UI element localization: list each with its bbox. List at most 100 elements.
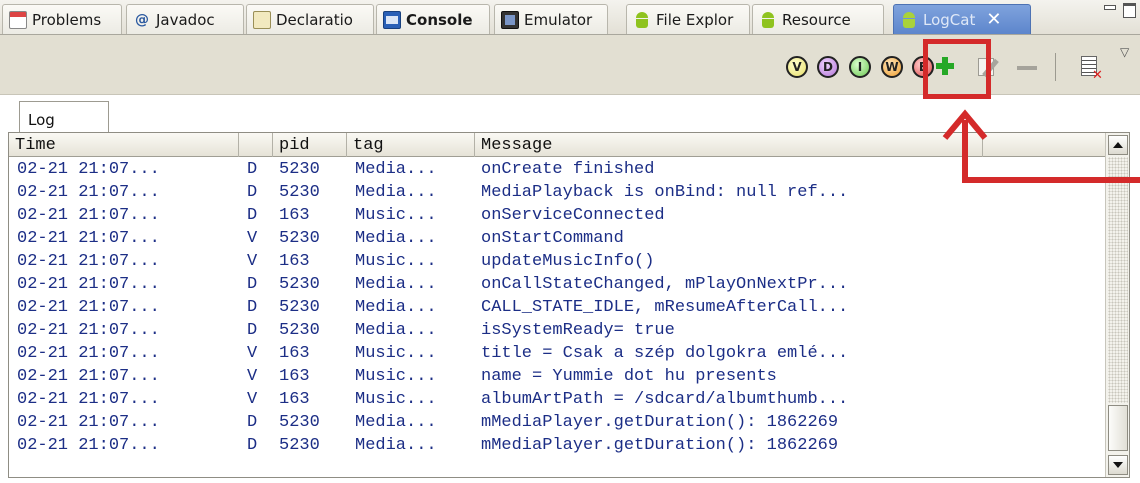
view-menu-icon[interactable]: ▽ — [1120, 45, 1129, 59]
table-row[interactable]: 02-21 21:07... D 5230 Media... isSystemReady… — [9, 319, 1105, 342]
log-level-cell: V — [247, 252, 258, 271]
log-pid-cell: 163 — [279, 206, 310, 225]
tab-file-explorer[interactable]: File Explor — [626, 4, 750, 34]
tab-label: Problems — [32, 10, 102, 29]
log-level-cell: D — [247, 160, 258, 179]
tab-label: Javadoc — [156, 10, 215, 29]
tab-label: File Explor — [656, 10, 734, 29]
log-pid-cell: 5230 — [279, 436, 320, 455]
table-header: Time pid tag Message — [9, 133, 1105, 157]
arrow-up-icon — [1113, 142, 1123, 148]
tab-label: Console — [406, 10, 473, 29]
table-row[interactable]: 02-21 21:07... V 163 Music... title = Csak a… — [9, 342, 1105, 365]
log-pid-cell: 163 — [279, 367, 310, 386]
column-header-tag[interactable]: tag — [347, 133, 475, 157]
column-header-message[interactable]: Message — [475, 133, 983, 157]
tab-problems[interactable]: Problems — [2, 4, 122, 34]
scroll-up-button[interactable] — [1108, 135, 1128, 155]
log-level-cell: D — [247, 436, 258, 455]
log-tag-cell: Music... — [355, 252, 437, 271]
log-message-cell: name = Yummie dot hu presents — [481, 367, 777, 386]
warn-level-icon[interactable]: W — [881, 56, 903, 78]
info-level-icon[interactable]: I — [849, 56, 871, 78]
log-panel: Time pid tag Message 02-21 21:07... D 5230… — [8, 132, 1130, 478]
log-tag-cell: Media... — [355, 229, 437, 248]
table-row[interactable]: 02-21 21:07... V 5230 Media... onStartComman… — [9, 227, 1105, 250]
log-time-cell: 02-21 21:07... — [17, 436, 160, 455]
scroll-thumb[interactable] — [1108, 405, 1128, 451]
log-message-cell: onServiceConnected — [481, 206, 665, 225]
log-pid-cell: 5230 — [279, 275, 320, 294]
log-time-cell: 02-21 21:07... — [17, 183, 160, 202]
close-icon[interactable]: ✕ — [986, 9, 1001, 30]
column-header-time[interactable]: Time — [9, 133, 239, 157]
tab-logcat[interactable]: LogCat ✕ — [893, 4, 1031, 34]
log-time-cell: 02-21 21:07... — [17, 390, 160, 409]
log-message-cell: albumArtPath = /sdcard/albumthumb... — [481, 390, 849, 409]
table-row[interactable]: 02-21 21:07... D 5230 Media... mMediaPlayer.… — [9, 411, 1105, 434]
column-header-filler — [983, 133, 1105, 157]
problems-icon — [9, 10, 27, 29]
log-time-cell: 02-21 21:07... — [17, 229, 160, 248]
log-pid-cell: 5230 — [279, 321, 320, 340]
column-header-level[interactable] — [239, 133, 273, 157]
javadoc-icon: @ — [135, 11, 149, 28]
android-icon — [900, 11, 918, 29]
table-row[interactable]: 02-21 21:07... D 5230 Media... MediaPlayback… — [9, 181, 1105, 204]
log-message-cell: MediaPlayback is onBind: null ref... — [481, 183, 849, 202]
log-rows: 02-21 21:07... D 5230 Media... onCreate fini… — [9, 158, 1105, 457]
log-time-cell: 02-21 21:07... — [17, 321, 160, 340]
clear-log-icon[interactable]: ✕ — [1079, 54, 1103, 83]
table-row[interactable]: 02-21 21:07... D 5230 Media... mMediaPlayer.… — [9, 434, 1105, 457]
log-time-cell: 02-21 21:07... — [17, 344, 160, 363]
table-row[interactable]: 02-21 21:07... D 5230 Media... onCreate fini… — [9, 158, 1105, 181]
log-message-cell: mMediaPlayer.getDuration(): 1862269 — [481, 436, 839, 455]
table-row[interactable]: 02-21 21:07... V 163 Music... updateMusicInf… — [9, 250, 1105, 273]
log-pid-cell: 5230 — [279, 413, 320, 432]
view-tab-strip: Problems @ Javadoc Declaratio Console Em… — [0, 0, 1140, 35]
tab-log[interactable]: Log — [19, 101, 109, 133]
tab-emulator[interactable]: Emulator — [494, 4, 608, 34]
table-row[interactable]: 02-21 21:07... D 5230 Media... CALL_STATE_ID… — [9, 296, 1105, 319]
delete-filter-icon[interactable] — [1017, 66, 1037, 70]
table-row[interactable]: 02-21 21:07... D 163 Music... onServiceConne… — [9, 204, 1105, 227]
table-row[interactable]: 02-21 21:07... V 163 Music... albumArtPath =… — [9, 388, 1105, 411]
log-level-cell: V — [247, 390, 258, 409]
log-level-cell: D — [247, 321, 258, 340]
log-tag-cell: Media... — [355, 321, 437, 340]
emulator-icon — [501, 10, 519, 29]
verbose-level-icon[interactable]: V — [786, 56, 808, 78]
log-tag-cell: Media... — [355, 436, 437, 455]
log-time-cell: 02-21 21:07... — [17, 252, 160, 271]
vertical-scrollbar[interactable] — [1105, 133, 1129, 477]
scroll-down-button[interactable] — [1108, 455, 1128, 475]
minimize-icon[interactable] — [1102, 2, 1116, 14]
table-row[interactable]: 02-21 21:07... V 163 Music... name = Yummie … — [9, 365, 1105, 388]
log-pid-cell: 5230 — [279, 229, 320, 248]
tab-resource[interactable]: Resource — [752, 4, 884, 34]
log-message-cell: mMediaPlayer.getDuration(): 1862269 — [481, 413, 839, 432]
column-header-pid[interactable]: pid — [273, 133, 347, 157]
maximize-icon[interactable] — [1122, 2, 1136, 18]
scroll-track[interactable] — [1108, 157, 1128, 403]
android-icon — [633, 11, 651, 29]
log-message-cell: onCallStateChanged, mPlayOnNextPr... — [481, 275, 849, 294]
log-tag-cell: Media... — [355, 413, 437, 432]
log-tag-cell: Music... — [355, 367, 437, 386]
log-time-cell: 02-21 21:07... — [17, 413, 160, 432]
log-level-cell: D — [247, 183, 258, 202]
tab-console[interactable]: Console — [376, 4, 490, 34]
log-pid-cell: 163 — [279, 252, 310, 271]
log-level-cell: D — [247, 298, 258, 317]
debug-level-icon[interactable]: D — [817, 56, 839, 78]
tab-declaration[interactable]: Declaratio — [246, 4, 374, 34]
tab-javadoc[interactable]: @ Javadoc — [126, 4, 244, 34]
log-tag-cell: Music... — [355, 390, 437, 409]
log-tag-cell: Media... — [355, 160, 437, 179]
log-table: Time pid tag Message 02-21 21:07... D 5230… — [9, 133, 1105, 477]
log-message-cell: isSystemReady= true — [481, 321, 675, 340]
log-level-cell: V — [247, 367, 258, 386]
toolbar-separator — [1055, 53, 1056, 81]
tab-label: Declaratio — [276, 10, 353, 29]
table-row[interactable]: 02-21 21:07... D 5230 Media... onCallStateCh… — [9, 273, 1105, 296]
